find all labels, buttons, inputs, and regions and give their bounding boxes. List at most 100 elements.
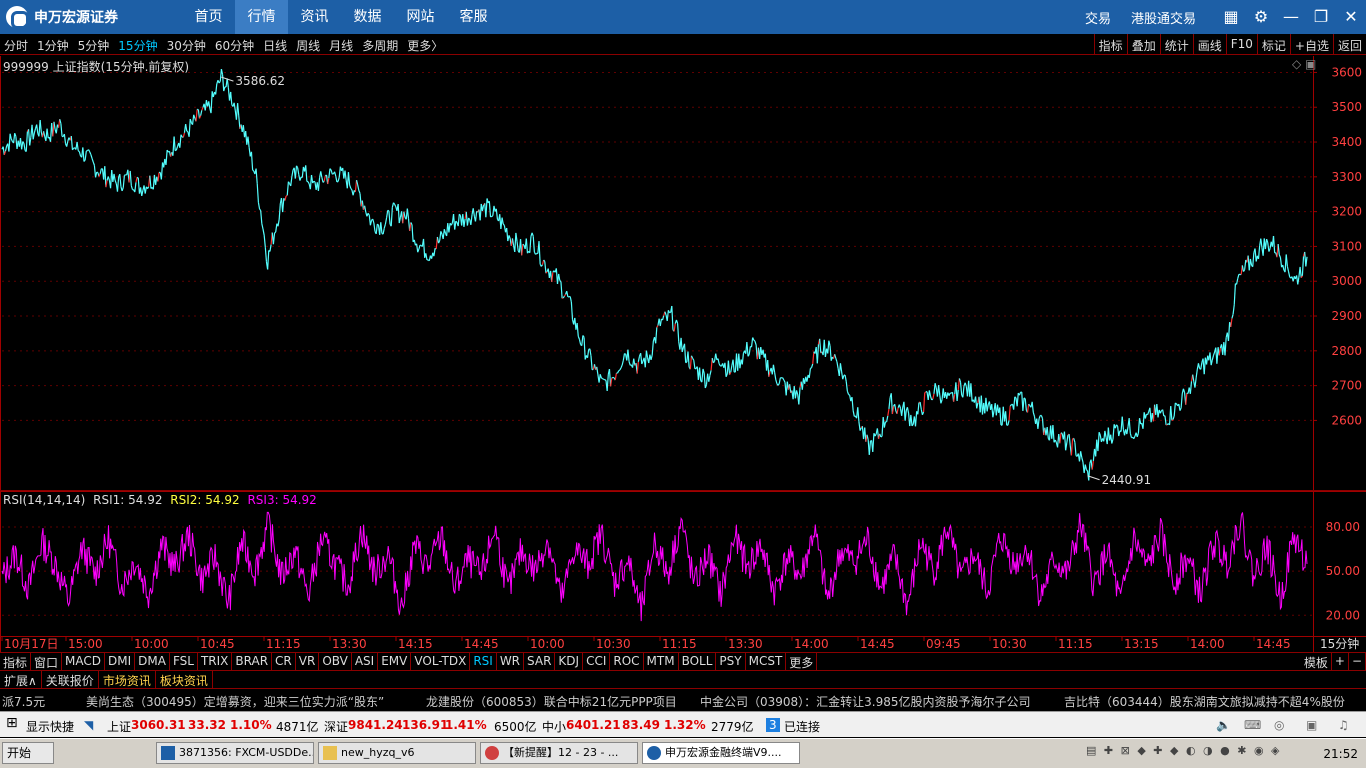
info-tab-2[interactable]: 市场资讯 bbox=[99, 671, 156, 688]
rsi-legend: RSI(14,14,14) RSI1: 54.92 RSI2: 54.92 RS… bbox=[3, 493, 317, 507]
zx-pct: 1.32% bbox=[664, 718, 706, 732]
rsi3-value: RSI3: 54.92 bbox=[247, 493, 317, 507]
indicator-tab-3[interactable]: DMI bbox=[105, 653, 136, 670]
zx-value: 6401.21 bbox=[566, 718, 621, 732]
x-tick-label: 15:00 bbox=[68, 637, 103, 651]
sz-label: 深证 bbox=[324, 720, 349, 734]
zx-amount: 2779亿 bbox=[711, 720, 754, 734]
zx-label: 中小 bbox=[542, 720, 567, 734]
x-tick-label: 11:15 bbox=[1058, 637, 1093, 651]
indicator-control-2[interactable]: − bbox=[1349, 653, 1366, 671]
ticker-item-2[interactable]: 龙建股份（600853）联合中标21亿元PPP项目 bbox=[426, 693, 677, 710]
task-browser[interactable]: 【新提醒】12 - 23 - ... bbox=[480, 742, 638, 764]
sh-amount: 4871亿 bbox=[276, 720, 319, 734]
chat-icon[interactable]: ◎ bbox=[1274, 718, 1284, 732]
task-folder[interactable]: new_hyzq_v6 bbox=[318, 742, 476, 764]
bell-icon[interactable]: ♫ bbox=[1338, 718, 1349, 732]
period-label: 15分钟 bbox=[1320, 636, 1359, 651]
ticker-item-4[interactable]: 吉比特（603444）股东湖南文旅拟减持不超4%股份 bbox=[1064, 693, 1345, 710]
chart-title: 999999 上证指数(15分钟.前复权) bbox=[3, 60, 190, 74]
indicator-tab-18[interactable]: CCI bbox=[583, 653, 611, 670]
indicator-tab-17[interactable]: KDJ bbox=[555, 653, 584, 670]
indicator-controls: 模板 + − bbox=[1301, 653, 1366, 671]
indicator-tab-2[interactable]: MACD bbox=[62, 653, 106, 670]
sh-value: 3060.31 bbox=[131, 718, 186, 732]
indicator-tab-1[interactable]: 窗口 bbox=[31, 653, 63, 670]
task-label: 【新提醒】12 - 23 - ... bbox=[503, 746, 619, 759]
sh-pct: 1.10% bbox=[230, 718, 272, 732]
sz-pct: 1.41% bbox=[445, 718, 487, 732]
indicator-control-1[interactable]: + bbox=[1332, 653, 1349, 671]
indicator-tab-16[interactable]: SAR bbox=[524, 653, 556, 670]
indicator-tab-7[interactable]: BRAR bbox=[232, 653, 273, 670]
x-tick-label: 13:15 bbox=[1124, 637, 1159, 651]
x-tick-label: 14:45 bbox=[464, 637, 499, 651]
zx-change: 83.49 bbox=[622, 718, 660, 732]
sh-change: 33.32 bbox=[188, 718, 226, 732]
status-bar: ⊞ 显示快捷 ◥ 上证 3060.31 33.32 1.10% 4871亿 深证… bbox=[0, 711, 1366, 737]
x-tick-label: 10:30 bbox=[596, 637, 631, 651]
indicator-tab-11[interactable]: ASI bbox=[352, 653, 379, 670]
indicator-tab-14[interactable]: RSI bbox=[470, 653, 497, 670]
indicator-tab-9[interactable]: VR bbox=[296, 653, 320, 670]
keyboard-icon[interactable]: ⌨ bbox=[1244, 718, 1261, 732]
task-label: new_hyzq_v6 bbox=[341, 746, 415, 759]
indicator-tab-0[interactable]: 指标 bbox=[0, 653, 32, 670]
ticker-item-0[interactable]: 派7.5元 bbox=[2, 693, 45, 710]
x-tick-label: 13:30 bbox=[728, 637, 763, 651]
os-taskbar: 开始 3871356: FXCM-USDDe... new_hyzq_v6 【新… bbox=[0, 738, 1366, 768]
indicator-tab-15[interactable]: WR bbox=[497, 653, 525, 670]
indicator-tab-5[interactable]: FSL bbox=[170, 653, 198, 670]
x-tick-label: 11:15 bbox=[662, 637, 697, 651]
x-tick-label: 14:00 bbox=[794, 637, 829, 651]
browser-icon bbox=[485, 746, 499, 760]
sz-value: 9841.24 bbox=[348, 718, 403, 732]
message-icon[interactable]: ▣ bbox=[1306, 718, 1317, 732]
x-tick-label: 10月17日 bbox=[4, 637, 59, 651]
news-ticker: 派7.5元 美尚生态（300495）定增募资，迎来三位实力派“股东” 龙建股份（60… bbox=[0, 688, 1366, 710]
indicator-tab-12[interactable]: EMV bbox=[378, 653, 412, 670]
shortcut-toggle[interactable]: 显示快捷 bbox=[26, 718, 74, 735]
info-tab-1[interactable]: 关联报价 bbox=[42, 671, 99, 688]
indicator-tab-6[interactable]: TRIX bbox=[198, 653, 233, 670]
indicator-control-0[interactable]: 模板 bbox=[1301, 653, 1332, 671]
indicator-tab-8[interactable]: CR bbox=[272, 653, 296, 670]
info-tab-3[interactable]: 板块资讯 bbox=[156, 671, 213, 688]
indicator-tab-21[interactable]: BOLL bbox=[679, 653, 717, 670]
task-label: 申万宏源金融终端V9.... bbox=[665, 746, 782, 759]
indicator-tab-23[interactable]: MCST bbox=[746, 653, 787, 670]
x-tick-label: 11:15 bbox=[266, 637, 301, 651]
market-icon: ◥ bbox=[84, 718, 94, 732]
indicator-tab-20[interactable]: MTM bbox=[644, 653, 679, 670]
indicator-tab-10[interactable]: OBV bbox=[319, 653, 352, 670]
x-tick-label: 14:45 bbox=[860, 637, 895, 651]
task-terminal[interactable]: 申万宏源金融终端V9.... bbox=[642, 742, 800, 764]
app-icon bbox=[161, 746, 175, 760]
x-tick-label: 10:45 bbox=[200, 637, 235, 651]
indicator-tab-13[interactable]: VOL-TDX bbox=[411, 653, 471, 670]
tray-icons[interactable]: ▤ ✚ ⊠ ◆ ✚ ◆ ◐ ◑ ● ✱ ◉ ◈ bbox=[1086, 744, 1316, 762]
sz-amount: 6500亿 bbox=[494, 720, 537, 734]
x-tick-label: 10:00 bbox=[134, 637, 169, 651]
plus-icon[interactable]: ⊞ bbox=[6, 715, 18, 731]
x-tick-label: 10:30 bbox=[992, 637, 1027, 651]
x-tick-label: 13:30 bbox=[332, 637, 367, 651]
start-label: 开始 bbox=[7, 746, 32, 760]
indicator-tab-19[interactable]: ROC bbox=[610, 653, 644, 670]
sh-label: 上证 bbox=[107, 720, 132, 734]
task-label: 3871356: FXCM-USDDe... bbox=[179, 746, 314, 759]
start-button[interactable]: 开始 bbox=[2, 742, 54, 764]
x-tick-label: 14:15 bbox=[398, 637, 433, 651]
speaker-icon[interactable]: 🔈 bbox=[1216, 718, 1231, 732]
x-tick-label: 14:00 bbox=[1190, 637, 1225, 651]
indicator-tab-22[interactable]: PSY bbox=[716, 653, 746, 670]
info-tab-0[interactable]: 扩展∧ bbox=[0, 671, 42, 688]
indicator-bar: 指标 窗口 MACD DMI DMA FSL TRIX BRAR CR VR OBV ASI EMV VO… bbox=[0, 652, 1366, 671]
ticker-item-3[interactable]: 中金公司（03908）：汇金转让3.985亿股内资股予海尔子公司 bbox=[700, 693, 1031, 710]
ticker-item-1[interactable]: 美尚生态（300495）定增募资，迎来三位实力派“股东” bbox=[86, 693, 384, 710]
terminal-icon bbox=[647, 746, 661, 760]
indicator-tab-4[interactable]: DMA bbox=[135, 653, 170, 670]
indicator-tab-24[interactable]: 更多 bbox=[786, 653, 818, 670]
task-fxcm[interactable]: 3871356: FXCM-USDDe... bbox=[156, 742, 314, 764]
x-tick-label: 09:45 bbox=[926, 637, 961, 651]
